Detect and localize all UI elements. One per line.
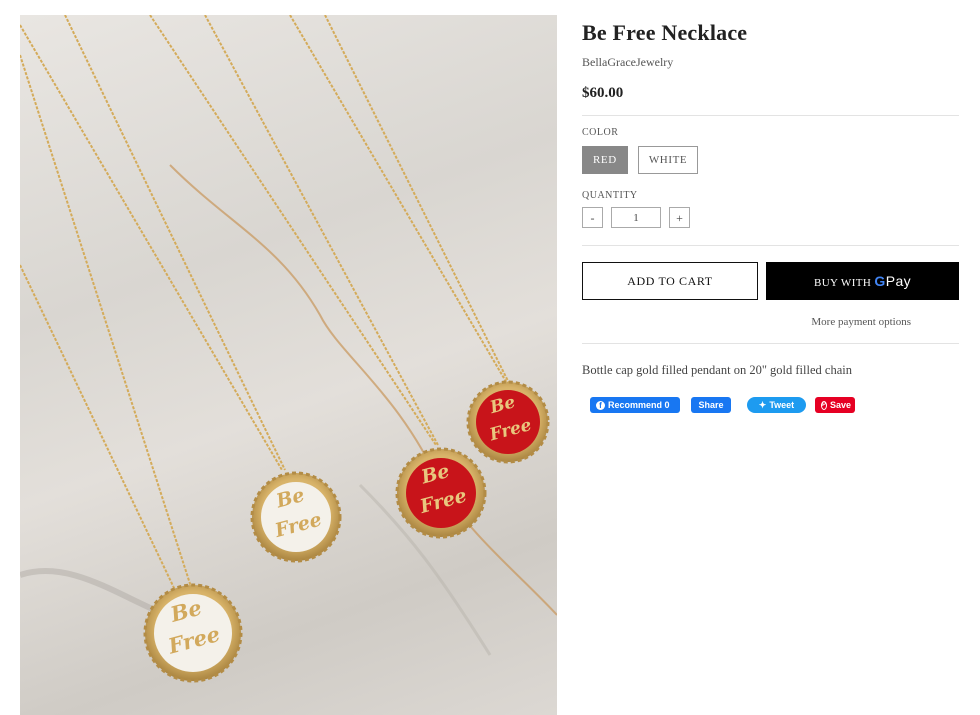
google-g-icon: G bbox=[874, 273, 886, 289]
quantity-increase-button[interactable]: + bbox=[669, 207, 690, 228]
color-swatches: RED WHITE bbox=[582, 146, 959, 174]
divider bbox=[582, 115, 959, 116]
social-share-bar: f Recommend 0 Share ✦ Tweet P Save bbox=[590, 397, 959, 413]
tweet-label: Tweet bbox=[769, 400, 795, 410]
save-label: Save bbox=[830, 400, 852, 410]
pendant-white-small: Be Free bbox=[250, 471, 342, 563]
facebook-icon: f bbox=[596, 400, 605, 410]
color-swatch-white[interactable]: WHITE bbox=[637, 146, 699, 174]
divider bbox=[582, 343, 959, 344]
add-to-cart-button[interactable]: ADD TO CART bbox=[582, 262, 758, 300]
tweet-button[interactable]: ✦ Tweet bbox=[747, 397, 806, 413]
pendant-white-large: Be Free bbox=[143, 583, 243, 683]
facebook-share-button[interactable]: Share bbox=[691, 397, 731, 413]
recommend-label: Recommend 0 bbox=[608, 400, 670, 410]
pendant-red-large: Be Free bbox=[395, 447, 487, 539]
product-image: Be Free Be Free Be Free Be Free bbox=[20, 15, 557, 715]
pinterest-icon: P bbox=[821, 400, 828, 410]
quantity-stepper: - 1 + bbox=[582, 207, 959, 228]
pinterest-save-button[interactable]: P Save bbox=[815, 397, 855, 413]
color-swatch-red[interactable]: RED bbox=[582, 146, 628, 174]
buy-with-label: BUY WITH bbox=[813, 277, 872, 289]
buy-with-google-pay-button[interactable]: BUY WITH GPay bbox=[766, 262, 959, 300]
twitter-bird-icon: ✦ bbox=[758, 400, 767, 410]
quantity-label: QUANTITY bbox=[582, 190, 638, 201]
product-vendor[interactable]: BellaGraceJewelry bbox=[582, 55, 959, 70]
facebook-recommend-button[interactable]: f Recommend 0 bbox=[590, 397, 680, 413]
product-description: Bottle cap gold filled pendant on 20" go… bbox=[582, 363, 852, 377]
more-payment-options-link[interactable]: More payment options bbox=[582, 316, 959, 328]
necklace-illustration: Be Free Be Free Be Free Be Free bbox=[20, 15, 557, 683]
quantity-decrease-button[interactable]: - bbox=[582, 207, 603, 228]
pendant-red-small: Be Free bbox=[466, 380, 550, 464]
product-price: $60.00 bbox=[582, 85, 624, 101]
quantity-input[interactable]: 1 bbox=[611, 207, 661, 228]
product-title: Be Free Necklace bbox=[582, 20, 748, 45]
divider bbox=[582, 245, 959, 246]
color-label: COLOR bbox=[582, 127, 619, 138]
purchase-buttons: ADD TO CART BUY WITH GPay bbox=[582, 262, 959, 300]
product-info: Be Free Necklace BellaGraceJewelry $60.0… bbox=[582, 15, 959, 413]
pay-label: Pay bbox=[885, 273, 912, 289]
